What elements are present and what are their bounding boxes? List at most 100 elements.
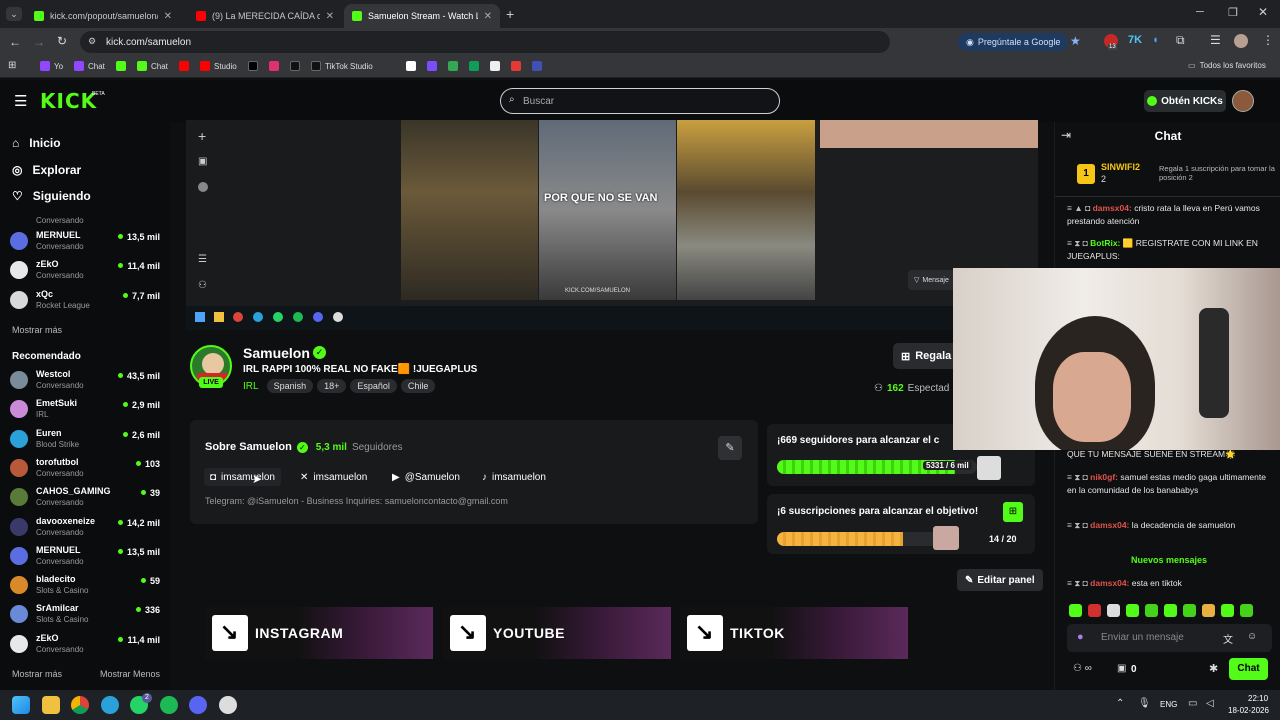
bookmark-chat-twitch[interactable]: Chat [74, 61, 105, 71]
sidebar-channel-item[interactable]: zEkO Conversando 11,4 mil [10, 257, 160, 286]
chrome-icon[interactable] [71, 696, 89, 714]
social-link-tiktok[interactable]: ♪ imsamuelon [482, 468, 546, 486]
sidebar-channel-item[interactable]: zEkO Conversando 11,4 mil [10, 631, 160, 660]
microphone-tray-icon[interactable]: 🎙 [1138, 698, 1151, 709]
reading-list-icon[interactable]: ☰ [1210, 33, 1221, 47]
close-icon[interactable]: ✕ [164, 11, 172, 22]
url-input[interactable]: ⚙ kick.com/samuelon ◉Pregúntale a Google [80, 31, 890, 53]
social-link-youtube[interactable]: ▶ @Samuelon [392, 468, 460, 486]
new-messages-divider[interactable]: Nuevos mensajes [1067, 555, 1271, 565]
sidebar-channel-item[interactable]: xQc Rocket League 7,7 mil [10, 287, 160, 316]
reload-icon[interactable]: ↻ [57, 34, 67, 48]
tab-youtube[interactable]: (9) La MERECIDA CAÍDA del PAl ✕ [188, 4, 342, 28]
sidebar-channel-item[interactable]: torofutbol Conversando 103 [10, 455, 160, 484]
emote-icon[interactable] [1221, 604, 1234, 617]
translate-icon[interactable]: 文 [1223, 631, 1233, 646]
obs-icon[interactable] [219, 696, 237, 714]
telegram-icon[interactable] [101, 696, 119, 714]
nav-inicio[interactable]: ⌂ Inicio [12, 136, 61, 150]
bookmark-sheets[interactable] [469, 61, 479, 71]
extension-icon[interactable]: ◖ [1152, 34, 1159, 46]
bookmark-studio[interactable]: Studio [200, 61, 237, 71]
emote-icon[interactable] [1069, 604, 1082, 617]
clock-date[interactable]: 18-02-2026 [1228, 706, 1269, 715]
extension-icon[interactable]: 7K [1128, 34, 1142, 46]
bookmark-kick[interactable] [116, 61, 126, 71]
kick-logo[interactable]: KICK [40, 89, 97, 113]
microphone-icon[interactable]: ● [1077, 631, 1084, 643]
bookmark-tiktok[interactable] [290, 61, 300, 71]
chat-input[interactable]: ● Enviar un mensaje 文 ☺ [1067, 624, 1272, 652]
send-chat-button[interactable]: Chat [1229, 658, 1268, 680]
social-link-instagram[interactable]: ◘ imsamuelon [204, 468, 281, 486]
close-icon[interactable]: ✕ [484, 11, 492, 22]
bookmark-misc-4[interactable] [490, 61, 500, 71]
clock-time[interactable]: 22:10 [1248, 694, 1268, 703]
emote-icon[interactable] [1183, 604, 1196, 617]
show-more-link[interactable]: Mostrar más [12, 325, 62, 335]
site-info-icon[interactable]: ⚙ [88, 36, 96, 47]
points-icon[interactable]: ⚇ ∞ [1073, 663, 1092, 674]
bookmark-instagram[interactable] [269, 61, 279, 71]
sidebar-channel-item[interactable]: Westcol Conversando 43,5 mil [10, 367, 160, 396]
profile-avatar[interactable] [1234, 34, 1248, 48]
sidebar-channel-item[interactable]: MERNUEL Conversando 13,5 mil [10, 228, 160, 257]
new-tab-button[interactable]: + [506, 6, 514, 22]
bookmark-tiktok-studio[interactable]: TikTok Studio [311, 61, 373, 71]
spotify-icon[interactable] [160, 696, 178, 714]
bookmark-star-icon[interactable]: ★ [1070, 34, 1081, 48]
network-icon[interactable]: ▭ [1188, 698, 1197, 709]
bookmark-yo[interactable]: Yo [40, 61, 63, 71]
tag-pill[interactable]: Español [350, 379, 397, 393]
extensions-puzzle-icon[interactable]: ⧉ [1176, 33, 1185, 48]
windows-start-icon[interactable] [12, 696, 30, 714]
search-input[interactable]: ⌕ Buscar [500, 88, 780, 114]
tab-samuelon-stream[interactable]: Samuelon Stream - Watch Live ✕ [344, 4, 500, 28]
sidebar-channel-item[interactable]: MERNUEL Conversando 13,5 mil [10, 543, 160, 572]
bookmark-misc-5[interactable] [511, 61, 521, 71]
emoji-icon[interactable]: ☺ [1247, 631, 1257, 642]
gift-sub-button[interactable]: ⊞ [1003, 502, 1023, 522]
close-icon[interactable]: ✕ [326, 11, 334, 22]
nav-explorar[interactable]: ◎ Explorar [12, 163, 81, 177]
tiktok-panel[interactable]: ↘ TIKTOK [680, 607, 908, 659]
all-bookmarks[interactable]: ▭ Todos los favoritos [1188, 61, 1266, 70]
youtube-panel[interactable]: ↘ YOUTUBE [443, 607, 671, 659]
ask-google-button[interactable]: ◉ Pregúntale a Google [958, 33, 1069, 51]
video-player[interactable]: + ▣ ☰ ⚇ POR QUE NO SE VAN KICK.COM/SAMUE… [186, 120, 1038, 330]
sidebar-channel-item[interactable]: CAHOS_GAMING Conversando 39 [10, 484, 160, 513]
emote-icon[interactable] [1240, 604, 1253, 617]
discord-icon[interactable] [189, 696, 207, 714]
show-less-link[interactable]: Mostrar Menos [100, 669, 160, 679]
instagram-panel[interactable]: ↘ INSTAGRAM [205, 607, 433, 659]
tag-pill[interactable]: Spanish [266, 379, 314, 393]
bookmark-misc-6[interactable] [532, 61, 542, 71]
apps-grid-icon[interactable]: ⊞ [8, 60, 16, 71]
category-link[interactable]: IRL [243, 381, 259, 392]
emote-icon[interactable] [1202, 604, 1215, 617]
emote-icon[interactable] [1126, 604, 1139, 617]
sidebar-channel-item[interactable]: EmetSuki IRL 2,9 mil [10, 396, 160, 425]
tab-search-button[interactable]: ⌄ [6, 7, 22, 21]
sidebar-channel-item[interactable]: davooxeneize Conversando 14,2 mil [10, 514, 160, 543]
bookmark-x[interactable] [248, 61, 258, 71]
bookmark-misc-3[interactable] [448, 61, 458, 71]
volume-icon[interactable]: ◁ [1206, 698, 1214, 709]
sidebar-channel-item[interactable]: bladecito Slots & Casino 59 [10, 572, 160, 601]
emote-icon[interactable] [1107, 604, 1120, 617]
emote-icon[interactable] [1164, 604, 1177, 617]
sidebar-channel-item[interactable]: Euren Blood Strike 2,6 mil [10, 426, 160, 455]
tag-pill[interactable]: Chile [400, 379, 436, 393]
bookmark-youtube[interactable] [179, 61, 189, 71]
edit-about-button[interactable]: ✎ [718, 436, 742, 460]
emote-icon[interactable] [1145, 604, 1158, 617]
language-indicator[interactable]: ENG [1160, 700, 1177, 709]
menu-kebab-icon[interactable]: ⋮ [1262, 33, 1274, 47]
bookmark-chat-kick[interactable]: Chat [137, 61, 168, 71]
restore-button[interactable]: ❐ [1228, 6, 1238, 19]
show-more-link[interactable]: Mostrar más [12, 669, 62, 679]
edit-panel-button[interactable]: ✎ Editar panel [957, 569, 1043, 591]
close-window-button[interactable]: ✕ [1258, 5, 1268, 19]
get-kicks-button[interactable]: Obtén KICKs [1144, 90, 1226, 112]
minimize-button[interactable]: ─ [1196, 6, 1204, 18]
